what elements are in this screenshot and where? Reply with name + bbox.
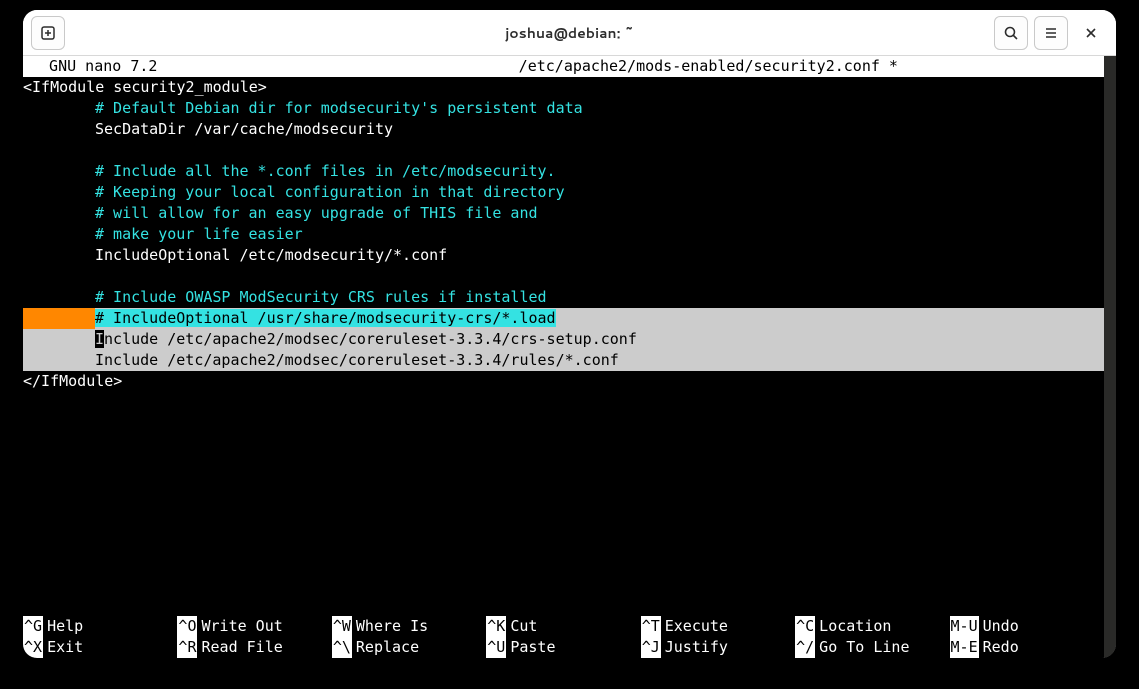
shortcut-justify: ^JJustify [641,637,795,658]
code-comment: # Include OWASP ModSecurity CRS rules if… [95,288,547,306]
shortcut-row-2: ^XExit ^RRead File ^\Replace ^UPaste ^JJ… [23,637,1104,658]
shortcut-undo: M-UUndo [950,616,1104,637]
shortcut-location: ^CLocation [795,616,949,637]
shortcut-replace: ^\Replace [332,637,486,658]
nano-header: GNU nano 7.2 /etc/apache2/mods-enabled/s… [23,56,1104,77]
cursor: I [95,330,104,348]
selected-line: Include /etc/apache2/modsec/coreruleset-… [23,350,1104,371]
shortcut-execute: ^TExecute [641,616,795,637]
menu-button[interactable] [1034,16,1068,50]
editor-content[interactable]: <IfModule security2_module> # Default De… [23,77,1104,581]
cursor-line: Include /etc/apache2/modsec/coreruleset-… [23,329,1104,350]
code-line: IncludeOptional /etc/modsecurity/*.conf [95,246,447,264]
code-comment: # IncludeOptional /usr/share/modsecurity… [95,309,556,327]
close-icon [1083,25,1099,41]
terminal-area[interactable]: GNU nano 7.2 /etc/apache2/mods-enabled/s… [23,56,1116,658]
shortcut-writeout: ^OWrite Out [177,616,331,637]
code-line: <IfModule security2_module> [23,77,1104,98]
shortcut-cut: ^KCut [486,616,640,637]
nano-filename: /etc/apache2/mods-enabled/security2.conf… [519,56,898,77]
code-line: nclude /etc/apache2/modsec/coreruleset-3… [104,330,637,348]
shortcut-readfile: ^RRead File [177,637,331,658]
shortcut-whereis: ^WWhere Is [332,616,486,637]
shortcut-redo: M-ERedo [950,637,1104,658]
shortcut-exit: ^XExit [23,637,177,658]
shortcut-help: ^GHelp [23,616,177,637]
new-tab-icon [40,25,56,41]
window-title: joshua@debian: ~ [23,23,1116,43]
code-comment: # Include all the *.conf files in /etc/m… [95,162,556,180]
shortcut-row-1: ^GHelp ^OWrite Out ^WWhere Is ^KCut ^TEx… [23,616,1104,637]
search-button[interactable] [994,16,1028,50]
code-line: SecDataDir /var/cache/modsecurity [95,120,393,138]
hamburger-icon [1043,25,1059,41]
titlebar: joshua@debian: ~ [23,10,1116,56]
scrollbar[interactable] [1104,56,1116,658]
code-line: </IfModule> [23,371,1104,392]
nano-app-version: GNU nano 7.2 [31,56,157,77]
nano-shortcuts: ^GHelp ^OWrite Out ^WWhere Is ^KCut ^TEx… [23,616,1104,658]
shortcut-paste: ^UPaste [486,637,640,658]
search-icon [1003,25,1019,41]
code-line: Include /etc/apache2/modsec/coreruleset-… [95,351,619,369]
close-button[interactable] [1074,16,1108,50]
selected-line: # IncludeOptional /usr/share/modsecurity… [23,308,1104,329]
new-tab-button[interactable] [31,16,65,50]
shortcut-gotoline: ^/Go To Line [795,637,949,658]
code-comment: # make your life easier [95,225,303,243]
terminal-window: joshua@debian: ~ GNU nano 7.2 /etc/ [23,10,1116,658]
code-comment: # Default Debian dir for modsecurity's p… [95,99,583,117]
code-comment: # Keeping your local configuration in th… [95,183,565,201]
code-comment: # will allow for an easy upgrade of THIS… [95,204,538,222]
